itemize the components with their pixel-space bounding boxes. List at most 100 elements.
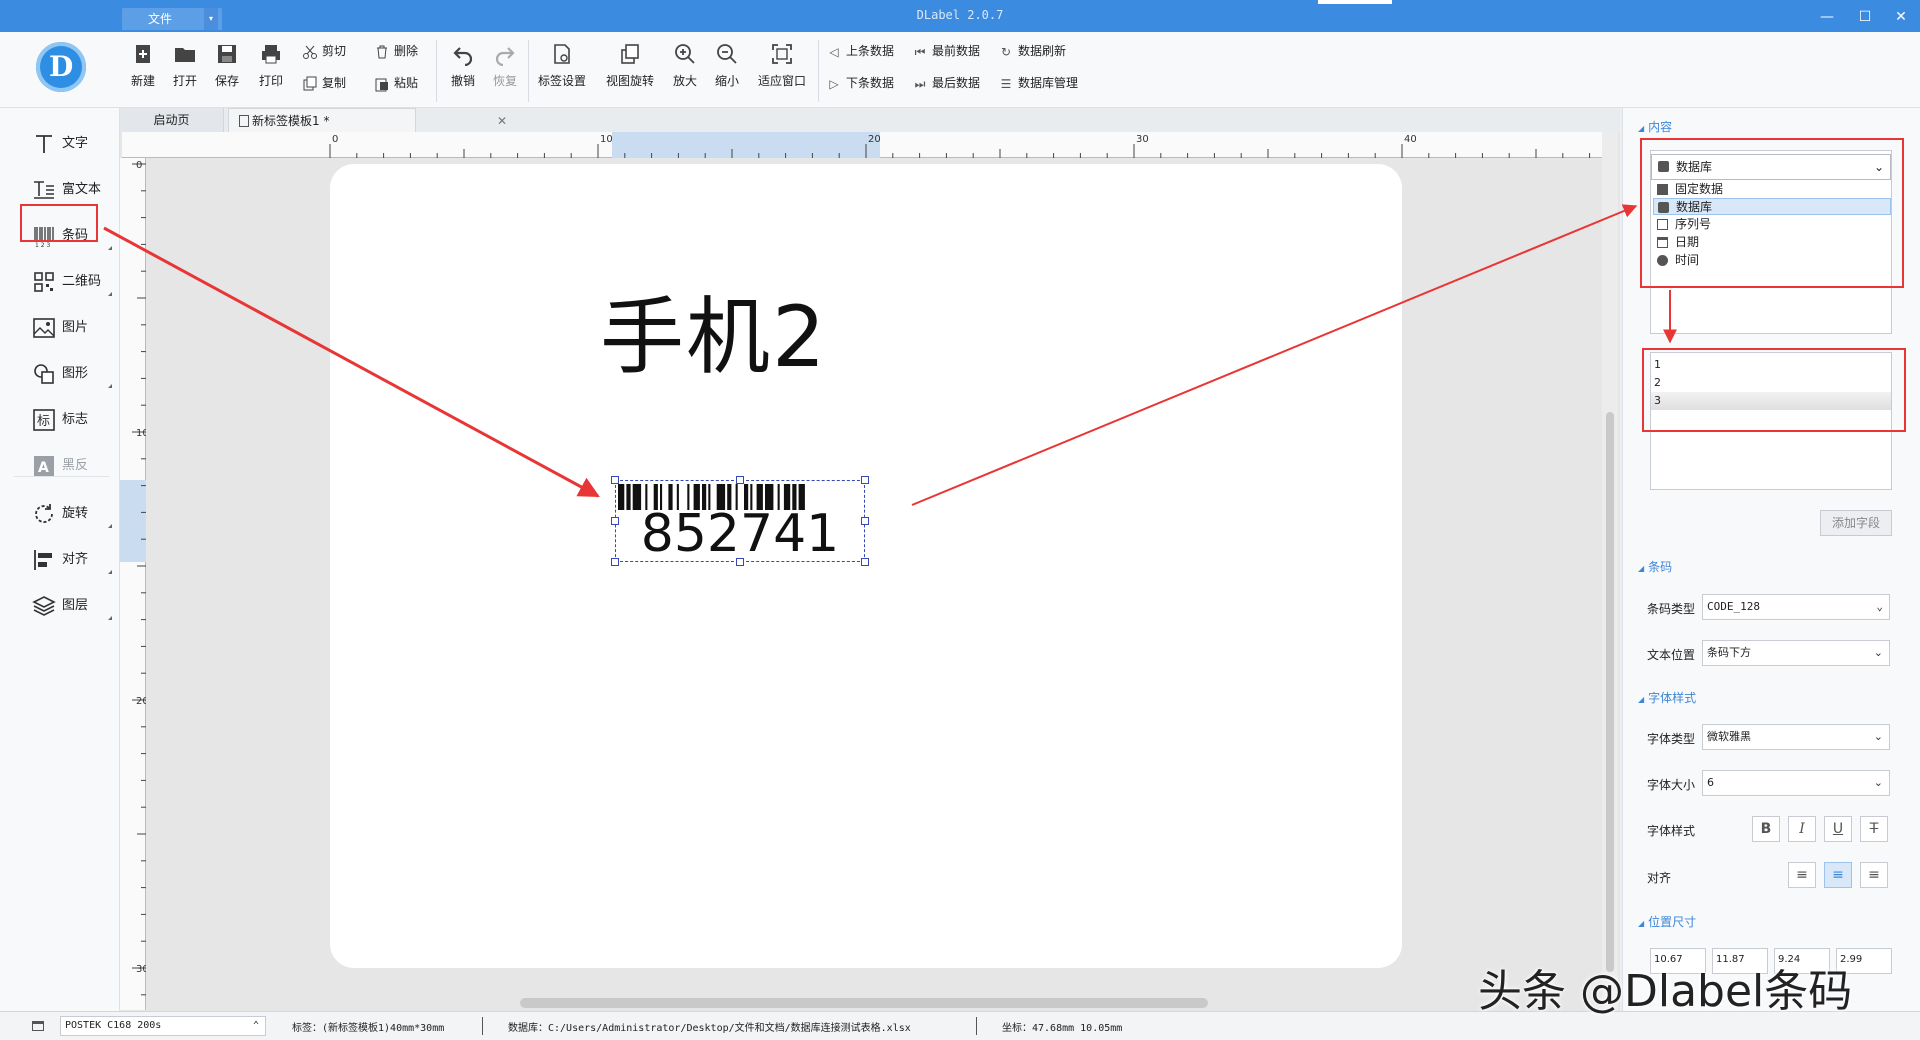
text-tool-label: 文字 xyxy=(62,136,89,151)
align-center-button[interactable]: ≡ xyxy=(1824,862,1852,888)
barcode-section-title[interactable]: 条码 xyxy=(1638,558,1672,575)
strikethrough-button[interactable]: T xyxy=(1860,816,1888,842)
printer-select[interactable]: POSTEK C168 200s ⌃ xyxy=(60,1016,266,1036)
view-rotate-label: 视图旋转 xyxy=(605,74,654,88)
last-icon: ⏭ xyxy=(914,76,926,91)
new-file-icon xyxy=(136,45,150,63)
tab-new-template[interactable]: 新标签模板1 * ✕ xyxy=(228,108,507,132)
expand-corner-icon xyxy=(108,246,112,250)
resize-handle[interactable] xyxy=(611,517,619,525)
align-left-button[interactable]: ≡ xyxy=(1788,862,1816,888)
horizontal-scrollbar-thumb[interactable] xyxy=(520,998,1208,1008)
shape-tool[interactable]: 图形 xyxy=(20,356,116,392)
barcode-type-select[interactable]: CODE_128 ⌄ xyxy=(1702,594,1890,620)
barcode-selection-box[interactable] xyxy=(615,480,865,562)
text-position-select[interactable]: 条码下方 ⌄ xyxy=(1702,640,1890,666)
image-tool[interactable]: 图片 xyxy=(20,310,116,346)
qrcode-tool[interactable]: 二维码 xyxy=(20,264,116,300)
ruler-label: 10 xyxy=(600,134,613,145)
zoom-out-icon xyxy=(717,44,737,64)
redo-button[interactable]: 恢复 xyxy=(488,42,522,100)
label-settings-label: 标签设置 xyxy=(537,74,586,88)
bold-button[interactable]: B xyxy=(1752,816,1780,842)
app-logo: D xyxy=(36,42,86,92)
paste-button[interactable]: 粘贴 xyxy=(374,72,418,94)
title-notch xyxy=(1318,0,1392,4)
redo-label: 恢复 xyxy=(492,74,517,88)
font-section-title[interactable]: 字体样式 xyxy=(1638,689,1696,706)
layers-icon xyxy=(32,595,56,616)
open-label: 打开 xyxy=(172,74,197,88)
save-button[interactable]: 保存 xyxy=(210,42,244,100)
align-label: 对齐 xyxy=(1647,871,1672,885)
fit-window-button[interactable]: 适应窗口 xyxy=(756,42,808,100)
tab-start-page[interactable]: 启动页 xyxy=(120,108,224,132)
content-section-title[interactable]: 内容 xyxy=(1638,118,1672,135)
copy-button[interactable]: 复制 xyxy=(302,72,346,94)
print-button[interactable]: 打印 xyxy=(254,42,288,100)
font-type-select[interactable]: 微软雅黑 ⌄ xyxy=(1702,724,1890,750)
resize-handle[interactable] xyxy=(736,558,744,566)
close-tab-icon[interactable]: ✕ xyxy=(497,109,507,133)
minimize-button[interactable]: — xyxy=(1812,6,1842,28)
toolbar-divider xyxy=(528,40,529,102)
db-manage-button[interactable]: ☰ 数据库管理 xyxy=(998,72,1078,94)
resize-handle[interactable] xyxy=(736,476,744,484)
align-right-button[interactable]: ≡ xyxy=(1860,862,1888,888)
document-tabs: 启动页 新标签模板1 * ✕ xyxy=(120,108,1620,132)
zoom-out-button[interactable]: 缩小 xyxy=(710,42,744,100)
maximize-button[interactable]: ☐ xyxy=(1850,6,1880,28)
label-settings-button[interactable]: 标签设置 xyxy=(536,42,588,100)
align-tool[interactable]: 对齐 xyxy=(20,542,116,578)
open-button[interactable]: 打开 xyxy=(168,42,202,100)
delete-button[interactable]: 删除 xyxy=(374,40,418,62)
undo-button[interactable]: 撤销 xyxy=(446,42,480,100)
text-position-label: 文本位置 xyxy=(1647,648,1696,662)
zoom-in-label: 放大 xyxy=(672,74,697,88)
chevron-up-icon: ⌃ xyxy=(252,1020,259,1031)
db-manage-label: 数据库管理 xyxy=(1018,76,1079,90)
save-label: 保存 xyxy=(214,74,239,88)
underline-button[interactable]: U xyxy=(1824,816,1852,842)
label-settings-icon xyxy=(554,44,570,64)
folder-icon xyxy=(175,48,195,62)
highlight-field-list xyxy=(1642,348,1906,432)
undo-icon xyxy=(453,47,473,66)
zoom-in-button[interactable]: 放大 xyxy=(668,42,702,100)
tab-doc-label: 新标签模板1 * xyxy=(252,114,330,128)
toolbar-divider xyxy=(436,40,437,102)
text-tool[interactable]: 文字 xyxy=(20,126,116,162)
logo-tool[interactable]: 标标志 xyxy=(20,402,116,438)
view-rotate-button[interactable]: 视图旋转 xyxy=(604,42,656,100)
label-canvas[interactable] xyxy=(330,164,1402,968)
resize-handle[interactable] xyxy=(861,558,869,566)
prev-record-button[interactable]: ◁ 上条数据 xyxy=(826,40,894,62)
first-icon: ⏮ xyxy=(914,44,926,59)
next-record-button[interactable]: ▷ 下条数据 xyxy=(826,72,894,94)
cut-label: 剪切 xyxy=(322,44,347,58)
close-button[interactable]: ✕ xyxy=(1886,6,1916,28)
italic-button[interactable]: I xyxy=(1788,816,1816,842)
layers-tool[interactable]: 图层 xyxy=(20,588,116,624)
invert-tool-label: 黑反 xyxy=(62,458,89,473)
resize-handle[interactable] xyxy=(861,476,869,484)
fit-window-label: 适应窗口 xyxy=(757,74,806,88)
vertical-scrollbar-thumb[interactable] xyxy=(1606,412,1614,972)
resize-handle[interactable] xyxy=(861,517,869,525)
richtext-tool[interactable]: 富文本 xyxy=(20,172,116,208)
add-field-button[interactable]: 添加字段 xyxy=(1820,510,1892,536)
resize-handle[interactable] xyxy=(611,476,619,484)
label-text-object[interactable]: 手机2 xyxy=(600,270,827,391)
position-section-title[interactable]: 位置尺寸 xyxy=(1638,913,1696,930)
cut-button[interactable]: 剪切 xyxy=(302,40,346,62)
new-button[interactable]: 新建 xyxy=(126,42,160,100)
rotate-tool-label: 旋转 xyxy=(62,506,89,521)
ruler-label: 30 xyxy=(1136,134,1149,145)
last-record-button[interactable]: ⏭ 最后数据 xyxy=(912,72,980,94)
invert-tool[interactable]: A 黑反 xyxy=(20,448,116,484)
refresh-data-button[interactable]: ↻ 数据刷新 xyxy=(998,40,1066,62)
first-record-button[interactable]: ⏮ 最前数据 xyxy=(912,40,980,62)
font-size-select[interactable]: 6 ⌄ xyxy=(1702,770,1890,796)
rotate-tool[interactable]: 旋转 xyxy=(20,496,116,532)
resize-handle[interactable] xyxy=(611,558,619,566)
